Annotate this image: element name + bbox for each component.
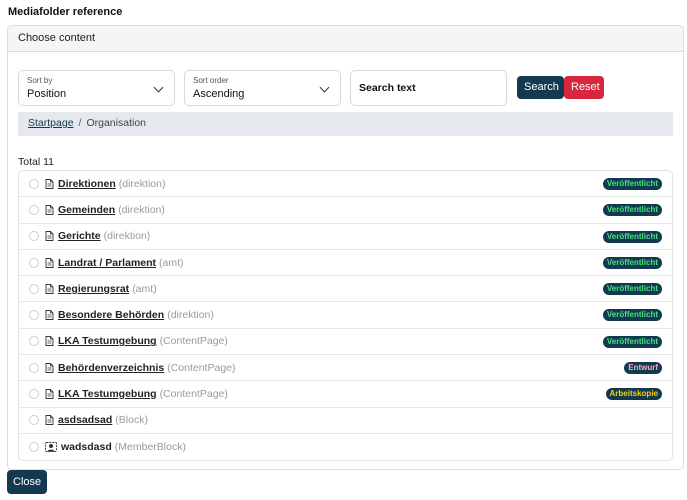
status-badge: Veröffentlicht [602, 283, 662, 296]
search-input[interactable] [350, 70, 507, 106]
sort-by-select[interactable]: Sort by Position [18, 70, 175, 106]
item-type: (ContentPage) [167, 361, 236, 374]
item-name: wadsdasd [61, 441, 112, 454]
breadcrumb-current: Organisation [86, 117, 147, 129]
item-type: (MemberBlock) [114, 441, 186, 454]
page-icon [45, 336, 54, 347]
select-radio[interactable] [29, 204, 39, 215]
page-icon [45, 362, 54, 373]
select-radio[interactable] [29, 310, 39, 321]
item-type: (direktion) [118, 177, 166, 190]
sort-by-value: Position [27, 88, 67, 100]
list-item[interactable]: LKA Testumgebung (ContentPage) Veröffentli… [19, 329, 672, 356]
select-radio[interactable] [29, 257, 39, 268]
status-badge: Veröffentlicht [602, 309, 662, 322]
list-item[interactable]: LKA Testumgebung (ContentPage) Arbeitskopi… [19, 381, 672, 408]
list-item[interactable]: Landrat / Parlament (amt) Veröffentlicht [19, 250, 672, 277]
item-name[interactable]: Gemeinden [58, 204, 115, 216]
status-badge: Veröffentlicht [602, 178, 662, 190]
status-badge: Arbeitskopie [605, 388, 662, 401]
item-type: (ContentPage) [159, 335, 228, 348]
status-badge: Veröffentlicht [602, 230, 662, 243]
member-icon [45, 442, 57, 453]
page-icon [45, 310, 54, 321]
select-radio[interactable] [29, 442, 39, 453]
select-radio[interactable] [29, 336, 39, 347]
list-item[interactable]: Direktionen (direktion) Veröffentlicht [19, 171, 672, 198]
item-name[interactable]: asdsadsad [58, 414, 112, 426]
status-badge: Veröffentlicht [602, 335, 662, 348]
select-radio[interactable] [29, 283, 39, 294]
item-type: (direktion) [118, 203, 165, 216]
list-item[interactable]: Besondere Behörden (direktion) Veröffentli… [19, 302, 672, 329]
status-badge: Entwurf [624, 362, 662, 375]
list-item[interactable]: Gerichte (direktion) Veröffentlicht [19, 224, 672, 250]
breadcrumb: Startpage / Organisation [18, 112, 673, 136]
content-list: Direktionen (direktion) Veröffentlicht Geme… [18, 170, 673, 462]
page-icon [45, 283, 54, 294]
select-radio[interactable] [29, 389, 39, 400]
card-header: Choose content [8, 26, 683, 52]
reset-button[interactable]: Reset [564, 76, 604, 99]
page-icon [45, 257, 54, 268]
list-item[interactable]: wadsdasd (MemberBlock) [19, 434, 672, 460]
item-type: (amt) [159, 256, 184, 269]
item-name[interactable]: Direktionen [58, 178, 116, 190]
select-radio[interactable] [29, 362, 39, 373]
item-name[interactable]: LKA Testumgebung [58, 335, 157, 347]
sort-by-label: Sort by [27, 76, 53, 85]
sort-order-value: Ascending [193, 88, 245, 100]
item-name[interactable]: Besondere Behörden [58, 309, 164, 321]
select-radio[interactable] [29, 231, 39, 242]
item-name[interactable]: Gerichte [58, 230, 101, 242]
sort-order-label: Sort order [193, 76, 229, 85]
status-badge: Veröffentlicht [602, 256, 662, 269]
page-icon [45, 204, 54, 215]
breadcrumb-separator: / [78, 117, 82, 129]
select-radio[interactable] [29, 415, 39, 426]
item-type: (ContentPage) [159, 388, 228, 401]
list-item[interactable]: Gemeinden (direktion) Veröffentlicht [19, 197, 672, 224]
status-badge: Veröffentlicht [602, 204, 662, 217]
item-name[interactable]: LKA Testumgebung [58, 388, 157, 400]
list-item[interactable]: asdsadsad (Block) [19, 408, 672, 434]
choose-content-card: Choose content Sort by Position Sort ord… [7, 25, 684, 470]
list-item[interactable]: Behördenverzeichnis (ContentPage) Entwurf [19, 355, 672, 382]
total-count: Total 11 [18, 156, 54, 168]
dialog-title: Mediafolder reference [8, 6, 123, 18]
page-icon [45, 231, 54, 242]
page-icon [45, 415, 54, 426]
item-name[interactable]: Regierungsrat [58, 283, 129, 295]
item-type: (amt) [132, 282, 157, 295]
list-item[interactable]: Regierungsrat (amt) Veröffentlicht [19, 276, 672, 303]
breadcrumb-startpage-link[interactable]: Startpage [28, 117, 74, 129]
item-name[interactable]: Behördenverzeichnis [58, 362, 164, 374]
page-icon [45, 389, 54, 399]
page-icon [45, 178, 54, 189]
item-type: (direktion) [103, 230, 151, 243]
close-button[interactable]: Close [7, 470, 47, 494]
item-type: (Block) [115, 414, 148, 427]
item-name[interactable]: Landrat / Parlament [58, 257, 156, 269]
select-radio[interactable] [29, 178, 39, 189]
sort-order-select[interactable]: Sort order Ascending [184, 70, 341, 106]
item-type: (direktion) [167, 309, 214, 322]
search-button[interactable]: Search [517, 76, 564, 99]
